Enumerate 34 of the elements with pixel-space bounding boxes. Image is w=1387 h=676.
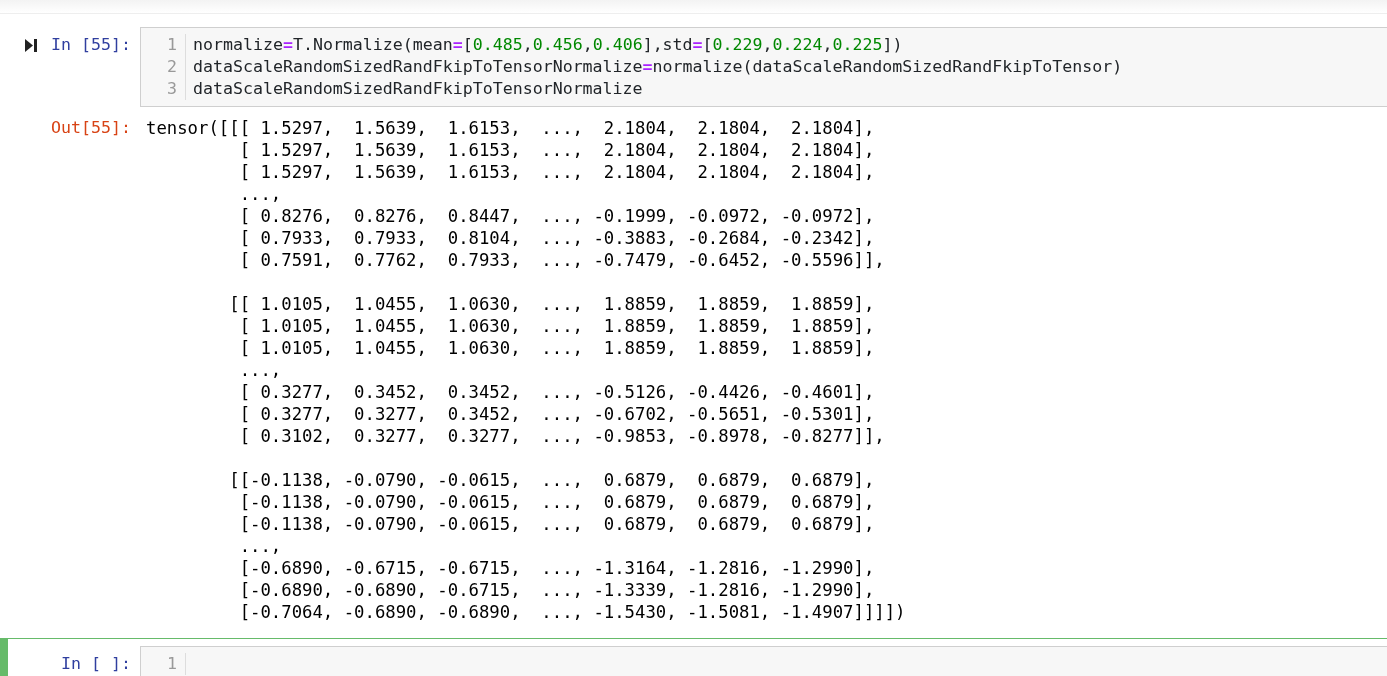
output-line: [ 1.5297, 1.5639, 1.6153, ..., 2.1804, 2.1804, 2.1804], [238,139,876,161]
output-line: [-0.1138, -0.0790, -0.0615, ..., 0.6879, 0.6879, 0.6879], [238,513,876,535]
line-number: 2 [166,56,177,78]
output-line: [-0.6890, -0.6715, -0.6715, ..., -1.3164, -1.2816, -1.2990], [238,557,876,579]
output-line: ..., [238,535,283,557]
input-prompt: In [55]: [51,34,131,56]
output-line: [[-0.1138, -0.0790, -0.0615, ..., 0.6879, 0.6879, 0.6879], [228,469,876,491]
output-line: [ 0.3102, 0.3277, 0.3277, ..., -0.9853, -0.8978, -0.8277]], [238,425,886,447]
output-line: [-0.6890, -0.6890, -0.6715, ..., -1.3339, -1.2816, -1.2990], [238,579,876,601]
output-line: [ 1.5297, 1.5639, 1.6153, ..., 2.1804, 2.1804, 2.1804], [238,161,876,183]
code-line: dataScaleRandomSizedRandFkipToTensorNormalize [193,78,644,100]
line-number: 3 [166,78,177,100]
code-editor[interactable] [140,27,1387,107]
output-line: [ 0.8276, 0.8276, 0.8447, ..., -0.1999, -0.0972, -0.0972], [238,205,876,227]
output-line: [[ 1.0105, 1.0455, 1.0630, ..., 1.8859, 1.8859, 1.8859], [228,293,876,315]
output-line: [-0.7064, -0.6890, -0.6890, ..., -1.5430, -1.5081, -1.4907]]]]) [238,601,906,623]
output-line: [ 0.7933, 0.7933, 0.8104, ..., -0.3883, -0.2684, -0.2342], [238,227,876,249]
line-number: 1 [166,34,177,56]
output-line: [ 0.3277, 0.3277, 0.3452, ..., -0.6702, -0.5651, -0.5301], [238,403,876,425]
input-prompt: In [ ]: [61,653,131,675]
output-line: tensor([[[ 1.5297, 1.5639, 1.6153, ..., 2.1804, 2.1804, 2.1804], [146,117,876,139]
output-line: ..., [238,359,283,381]
output-line: [-0.1138, -0.0790, -0.0615, ..., 0.6879, 0.6879, 0.6879], [238,491,876,513]
code-line: dataScaleRandomSizedRandFkipToTensorNormalize=normalize(dataScaleRandomSizedRandFkipToTensor) [193,56,1123,78]
output-line: [ 1.0105, 1.0455, 1.0630, ..., 1.8859, 1.8859, 1.8859], [238,337,876,359]
output-line: [ 0.7591, 0.7762, 0.7933, ..., -0.7479, -0.6452, -0.5596]], [238,249,886,271]
code-editor[interactable]: 1 [140,646,1387,676]
line-number: 1 [166,653,177,675]
output-line: [ 0.3277, 0.3452, 0.3452, ..., -0.5126, -0.4426, -0.4601], [238,381,876,403]
output-line: ..., [238,183,283,205]
run-icon[interactable] [25,38,38,52]
output-prompt: Out[55]: [51,117,131,139]
code-line: normalize=T.Normalize(mean=[0.485,0.456,0.406],std=[0.229,0.224,0.225]) [193,34,904,56]
output-line: [ 1.0105, 1.0455, 1.0630, ..., 1.8859, 1.8859, 1.8859], [238,315,876,337]
